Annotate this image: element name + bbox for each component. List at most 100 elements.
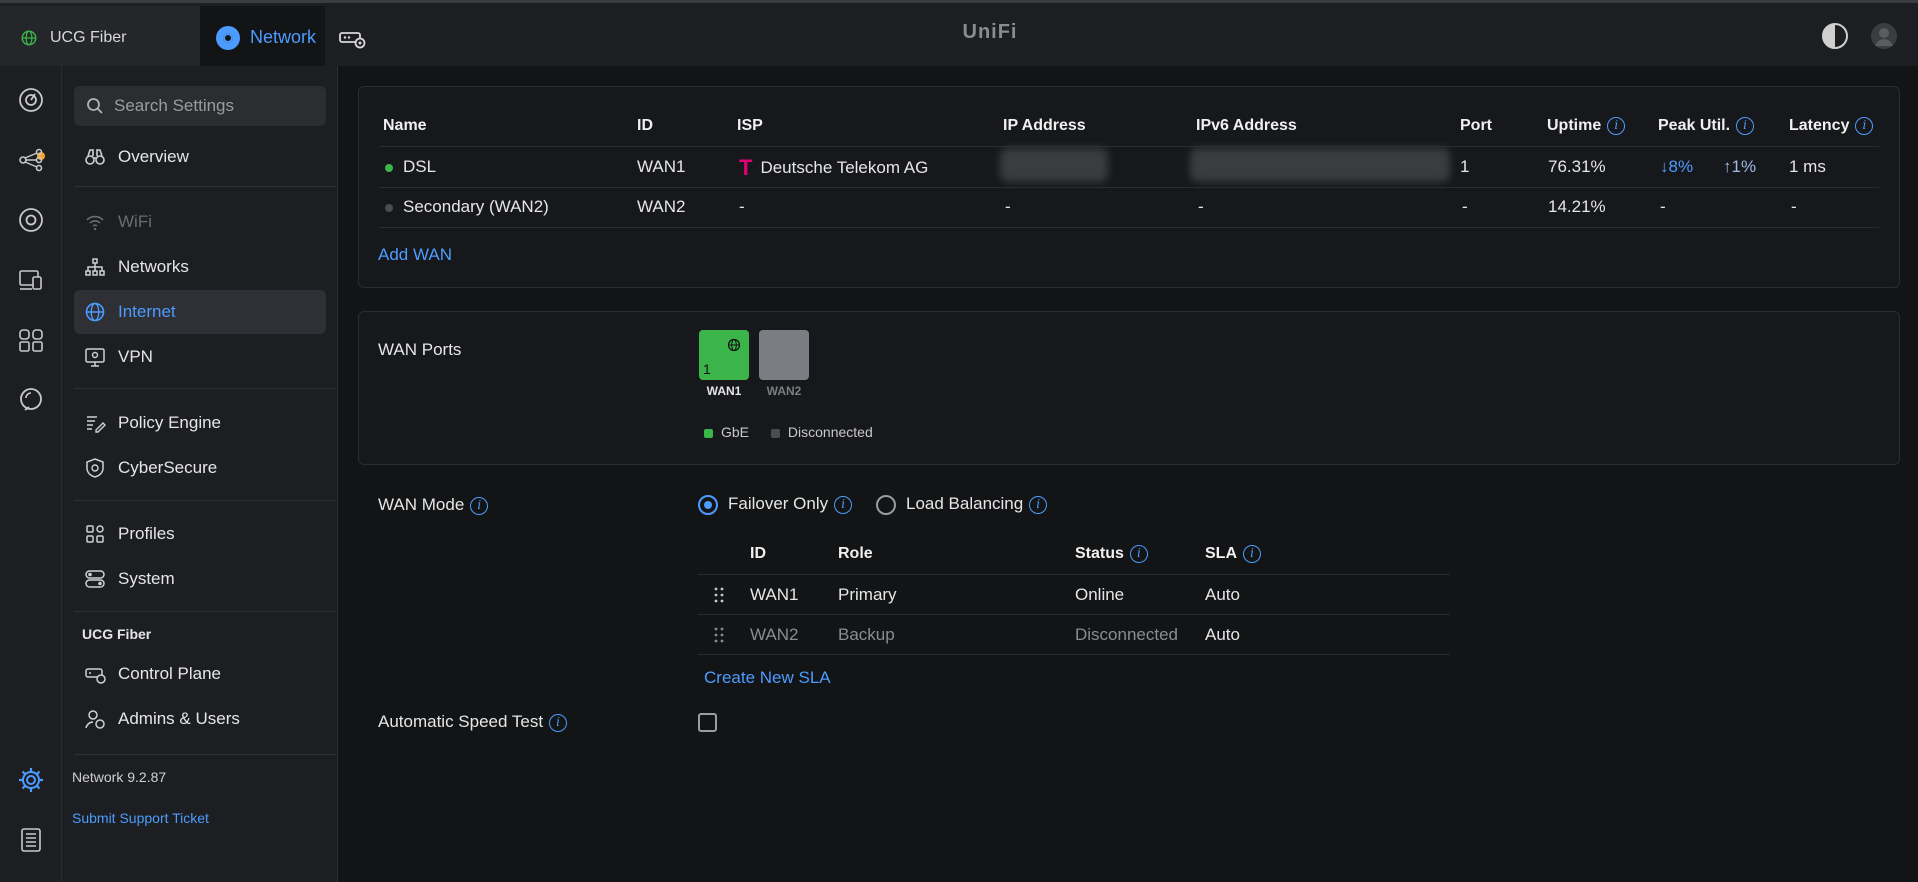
create-sla-link[interactable]: Create New SLA — [704, 668, 831, 688]
topology-icon[interactable] — [17, 146, 45, 174]
control-plane-icon — [85, 668, 106, 684]
sidebar-item-profiles[interactable]: Profiles — [74, 512, 326, 556]
speed-test-checkbox[interactable] — [698, 713, 717, 732]
info-icon[interactable]: i — [834, 495, 853, 514]
sidebar-item-control-plane[interactable]: Control Plane — [74, 652, 326, 696]
sidebar-item-label: Policy Engine — [118, 413, 222, 432]
load-balancing-option[interactable]: Load Balancing i — [876, 494, 1048, 515]
shield-icon — [86, 458, 104, 478]
info-icon[interactable]: i — [1243, 545, 1261, 563]
redacted-ipv6 — [1190, 148, 1450, 182]
sidebar-item-cybersecure[interactable]: CyberSecure — [74, 446, 326, 490]
radio-selected[interactable] — [698, 494, 718, 515]
drag-handle-icon[interactable] — [713, 627, 725, 643]
search-icon — [87, 98, 103, 114]
add-wan-link[interactable]: Add WAN — [378, 245, 452, 265]
settings-gear-icon[interactable] — [17, 766, 45, 794]
wan-isp: - — [739, 197, 745, 216]
info-icon[interactable]: i — [1607, 117, 1626, 135]
support-ticket-link[interactable]: Submit Support Ticket — [72, 810, 209, 826]
sidebar-item-internet[interactable]: Internet — [74, 290, 326, 334]
sidebar-item-networks[interactable]: Networks — [74, 245, 326, 289]
info-icon[interactable]: i — [1029, 495, 1048, 514]
logs-icon[interactable] — [17, 826, 45, 854]
search-input[interactable] — [114, 96, 314, 116]
wan-id: WAN2 — [637, 197, 686, 216]
row-divider — [379, 187, 1879, 188]
sidebar-item-label: WiFi — [118, 212, 152, 231]
wan1-port[interactable]: 1 — [699, 330, 749, 380]
mode-header-status: Status i — [1075, 545, 1148, 563]
header-uptime: Uptime i — [1547, 117, 1626, 135]
info-icon[interactable]: i — [1736, 117, 1755, 135]
sidebar-item-wifi[interactable]: WiFi — [74, 200, 326, 244]
dashboard-icon[interactable] — [17, 86, 45, 114]
speed-test-text: Automatic Speed Test — [378, 712, 544, 731]
sidebar-item-vpn[interactable]: VPN — [74, 335, 326, 379]
divider — [74, 500, 336, 501]
device-section-label: UCG Fiber — [82, 626, 152, 642]
failover-option[interactable]: Failover Only i — [698, 494, 853, 515]
globe-icon — [727, 338, 741, 352]
vpn-icon — [85, 348, 105, 367]
header-uptime-label: Uptime — [1547, 117, 1602, 135]
drag-handle-icon[interactable] — [713, 587, 725, 603]
divider — [74, 754, 336, 755]
info-icon[interactable]: i — [470, 496, 489, 515]
row-divider — [698, 614, 1450, 615]
info-icon[interactable]: i — [1129, 545, 1148, 563]
site-tab-label: UCG Fiber — [50, 28, 127, 46]
devices-icon[interactable] — [17, 206, 45, 234]
legend-swatch — [704, 428, 713, 438]
wan-port: 1 — [1460, 157, 1470, 176]
peak-down: ↓8% — [1660, 157, 1694, 176]
table-row-name[interactable]: Secondary (WAN2) — [385, 197, 549, 217]
tab-ucg-fiber[interactable]: UCG Fiber — [0, 6, 200, 69]
header-id: ID — [637, 117, 653, 134]
legend-swatch — [770, 428, 780, 438]
insights-icon[interactable] — [17, 326, 45, 354]
speed-test-label: Automatic Speed Test i — [378, 712, 568, 732]
search-box[interactable] — [74, 86, 326, 126]
legend-label: GbE — [721, 424, 750, 440]
table-row-name[interactable]: DSL — [385, 157, 436, 177]
telekom-logo-icon: T — [739, 155, 753, 180]
sidebar-item-policy-engine[interactable]: Policy Engine — [74, 401, 326, 445]
divider — [74, 388, 336, 389]
network-app-icon — [216, 25, 240, 50]
sidebar-item-admins-users[interactable]: Admins & Users — [74, 697, 326, 741]
wan-mode-text: WAN Mode — [378, 495, 465, 514]
mode-header-sla: SLA i — [1205, 545, 1261, 563]
avatar[interactable] — [1871, 23, 1897, 49]
row-divider — [379, 227, 1879, 228]
info-icon[interactable]: i — [549, 713, 568, 732]
port-label: WAN2 — [766, 384, 802, 398]
port-legend: GbE Disconnected — [704, 424, 873, 440]
sla-label: SLA — [1205, 545, 1237, 563]
info-icon[interactable]: i — [1855, 117, 1874, 135]
sidebar-item-system[interactable]: System — [74, 557, 326, 601]
theme-toggle-icon[interactable] — [1822, 23, 1848, 49]
wan-uptime: 76.31% — [1548, 157, 1606, 176]
wan-ipv6: - — [1198, 197, 1204, 216]
wan-ports-card — [358, 311, 1900, 465]
sidebar-item-overview[interactable]: Overview — [74, 135, 326, 179]
sidebar-item-label: VPN — [118, 347, 153, 366]
offline-status-dot — [385, 203, 393, 212]
tab-network[interactable]: Network — [200, 6, 325, 69]
mode-header-role: Role — [838, 545, 873, 562]
header-peak-label: Peak Util. — [1658, 117, 1731, 135]
alarm-icon[interactable] — [17, 386, 45, 414]
sidebar-item-label: Admins & Users — [118, 709, 240, 728]
mode-row-role: Primary — [838, 585, 897, 604]
radio-unselected[interactable] — [876, 494, 896, 515]
wan2-port[interactable] — [759, 330, 809, 380]
network-tree-icon — [85, 258, 105, 276]
user-icon — [1875, 28, 1893, 46]
system-toggles-icon — [85, 570, 105, 588]
clients-icon[interactable] — [17, 266, 45, 294]
policy-icon — [87, 416, 106, 433]
gateway-settings-tab[interactable] — [338, 6, 378, 69]
header-latency-label: Latency — [1789, 117, 1850, 135]
profiles-icon — [86, 525, 104, 543]
